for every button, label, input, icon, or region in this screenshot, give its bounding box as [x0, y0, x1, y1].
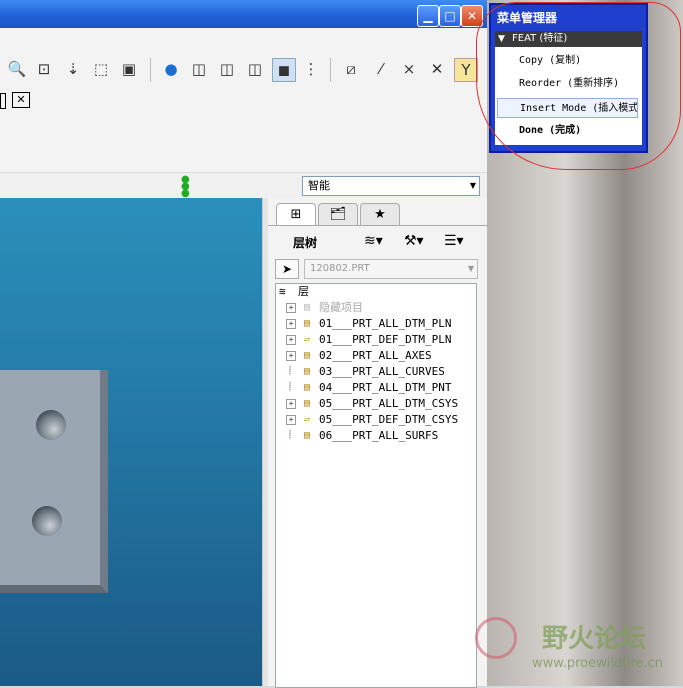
favorites-tab-icon[interactable]: ★	[360, 203, 400, 226]
layer-icon: ▤	[303, 350, 311, 361]
layer-icon: ▱	[303, 334, 311, 345]
selection-filter-select[interactable]: 智能 ▼	[302, 176, 480, 196]
part-hole	[36, 410, 66, 440]
expand-icon[interactable]: +	[286, 319, 296, 329]
tree-root-label: 层	[298, 285, 309, 298]
layer-stack-icon[interactable]: ≋▾	[364, 233, 383, 249]
maximize-icon[interactable]: □	[439, 5, 461, 27]
window-title-bar: ▁ □ ✕	[0, 0, 487, 28]
list-settings-icon[interactable]: ☰▾	[444, 233, 464, 249]
layer-label: 隐藏项目	[319, 301, 363, 314]
layer-label: 05___PRT_DEF_DTM_CSYS	[319, 413, 459, 426]
tree-line: ┊	[287, 366, 293, 375]
chevron-down-icon: ▼	[467, 264, 474, 273]
layer-label: 03___PRT_ALL_CURVES	[319, 365, 445, 378]
expand-icon[interactable]: +	[286, 303, 296, 313]
chevron-down-icon: ▼	[469, 181, 476, 190]
toolbar-button[interactable]	[0, 93, 6, 109]
view-shaded-icon[interactable]: ◼	[272, 58, 296, 82]
tree-line: ┊	[287, 382, 293, 391]
toolbar-separator	[330, 58, 331, 82]
watermark-url: www.proewildfire.cn	[532, 656, 663, 671]
axis-display-icon[interactable]: ⁄	[370, 58, 392, 80]
layer-label: 06___PRT_ALL_SURFS	[319, 429, 439, 442]
zoom-area-icon[interactable]: 🔍	[6, 58, 28, 80]
model-select[interactable]: 120802.PRT ▼	[304, 259, 478, 279]
plane-display-icon[interactable]: ⧄	[340, 58, 362, 80]
part-hole	[32, 506, 62, 536]
close-box-icon[interactable]: ✕	[12, 92, 30, 108]
layer-label: 04___PRT_ALL_DTM_PNT	[319, 381, 452, 394]
layer-label: 05___PRT_ALL_DTM_CSYS	[319, 397, 459, 410]
tools-icon[interactable]: ⚒▾	[404, 233, 424, 249]
reorient-icon[interactable]: ⇣	[62, 58, 84, 80]
layer-label: 02___PRT_ALL_AXES	[319, 349, 432, 362]
toolbar-separator	[150, 58, 151, 82]
expand-icon[interactable]: +	[286, 399, 296, 409]
zoom-window-icon[interactable]: ⊡	[33, 58, 55, 80]
expand-icon[interactable]: +	[286, 351, 296, 361]
filter-icon[interactable]: Y	[454, 58, 478, 82]
expand-icon[interactable]: +	[286, 335, 296, 345]
secondary-toolbar: ✕	[0, 88, 487, 112]
annotation-icon[interactable]: ⬚	[90, 58, 112, 80]
tab-divider	[268, 225, 487, 226]
layer-icon: ▤	[303, 318, 311, 329]
layer-icon: ▤	[303, 382, 311, 393]
layer-icon: ▱	[303, 414, 311, 425]
tree-columns-icon[interactable]: ⋮	[300, 58, 322, 80]
minimize-icon[interactable]: ▁	[417, 5, 439, 27]
view-front-icon[interactable]: ◫	[216, 58, 238, 80]
select-arrow-icon[interactable]: ➤	[275, 259, 299, 279]
selection-filter-value: 智能	[308, 179, 330, 192]
layer-tree: ≋ 层 + ▤ 隐藏项目 + ▤ 01___PRT_ALL_DTM_PLN + ▱ 01___P…	[275, 283, 477, 688]
layer-icon: ▤	[303, 430, 311, 441]
layers-icon: ≋	[279, 285, 286, 298]
tree-line: ┊	[287, 430, 293, 439]
folder-tab-icon[interactable]: 🗂	[318, 203, 358, 226]
menu-bar	[0, 28, 487, 53]
layer-tree-label: 层树	[293, 236, 318, 250]
annotation-circle	[476, 2, 681, 170]
view-iso-icon[interactable]: ◫	[244, 58, 266, 80]
tree-tab-icon[interactable]: ⊞	[276, 203, 316, 226]
layer-label: 01___PRT_ALL_DTM_PLN	[319, 317, 452, 330]
layer-icon: ▤	[303, 398, 311, 409]
layer-icon: ▤	[303, 366, 311, 377]
dashboard-area	[0, 112, 487, 172]
part-model	[0, 370, 108, 593]
expand-icon[interactable]: +	[286, 415, 296, 425]
model-select-value: 120802.PRT	[310, 263, 370, 274]
datum-display-icon[interactable]: ▣	[118, 58, 140, 80]
spin-center-icon[interactable]: ●	[160, 58, 182, 80]
layer-icon: ▤	[303, 302, 311, 313]
point-display-icon[interactable]: ×	[398, 58, 420, 80]
watermark: 野火论坛 www.proewildfire.cn	[470, 612, 683, 686]
layer-label: 01___PRT_DEF_DTM_PLN	[319, 333, 452, 346]
csys-display-icon[interactable]: ✕	[426, 58, 448, 80]
view-standard-icon[interactable]: ◫	[188, 58, 210, 80]
traffic-light-icon: ● ● ●	[181, 174, 190, 199]
watermark-logo	[475, 617, 517, 659]
watermark-title: 野火论坛	[542, 624, 647, 654]
